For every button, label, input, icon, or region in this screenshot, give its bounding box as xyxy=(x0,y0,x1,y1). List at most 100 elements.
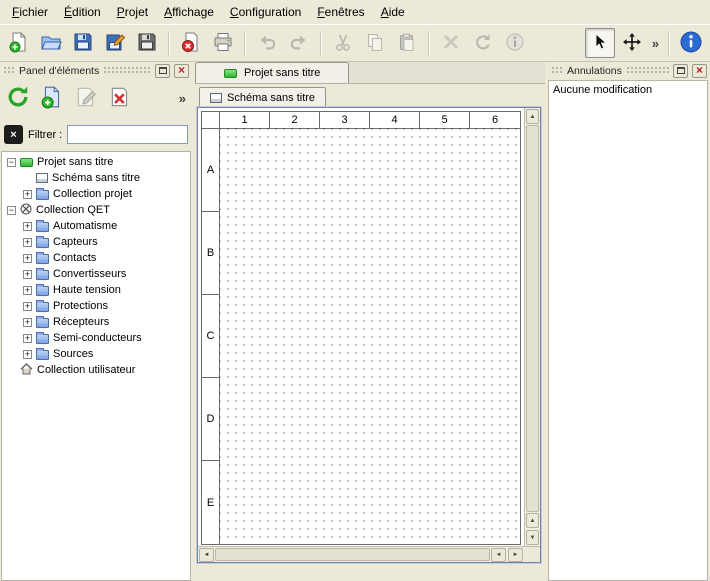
column-ruler-cell: 6 xyxy=(470,112,520,128)
menu-edition[interactable]: Édition xyxy=(56,1,109,23)
dock-grip[interactable] xyxy=(103,66,151,75)
menu-configuration[interactable]: Configuration xyxy=(222,1,309,23)
horizontal-scrollbar-thumb[interactable] xyxy=(215,548,490,561)
dock-grip[interactable] xyxy=(626,66,669,75)
dock-close-button[interactable]: × xyxy=(174,64,189,78)
scissors-icon xyxy=(333,32,353,55)
tree-item-capteurs[interactable]: + Capteurs xyxy=(2,234,190,250)
expand-expander-icon[interactable]: + xyxy=(23,302,32,311)
tab-projet-sans-titre[interactable]: Projet sans titre xyxy=(195,62,349,83)
tree-item-semi-conducteurs[interactable]: + Semi-conducteurs xyxy=(2,330,190,346)
schema-canvas[interactable] xyxy=(220,129,520,544)
menu-aide[interactable]: Aide xyxy=(373,1,413,23)
undo-dock-titlebar[interactable]: Annulations × xyxy=(548,62,710,79)
tree-item-label: Projet sans titre xyxy=(37,156,113,168)
copy-button[interactable] xyxy=(360,28,390,58)
undo-history-list[interactable]: Aucune modification xyxy=(548,80,708,581)
tree-item-convertisseurs[interactable]: + Convertisseurs xyxy=(2,266,190,282)
menu-fichier[interactable]: Fichier xyxy=(4,1,56,23)
expand-expander-icon[interactable]: + xyxy=(23,318,32,327)
redo-button[interactable] xyxy=(284,28,314,58)
dock-grip[interactable] xyxy=(551,66,563,75)
tree-item-collection-qet[interactable]: − Collection QET xyxy=(2,202,190,218)
pan-mode-button[interactable] xyxy=(617,28,647,58)
new-file-icon xyxy=(8,31,30,56)
scroll-left-button[interactable]: ◄ xyxy=(199,548,214,562)
expand-expander-icon[interactable]: + xyxy=(23,286,32,295)
expand-expander-icon[interactable]: + xyxy=(23,222,32,231)
element-info-button[interactable] xyxy=(500,28,530,58)
tree-item-automatisme[interactable]: + Automatisme xyxy=(2,218,190,234)
reload-collections-button[interactable] xyxy=(3,83,33,113)
new-project-button[interactable] xyxy=(4,28,34,58)
delete-element-icon xyxy=(108,85,132,112)
collapse-expander-icon[interactable]: − xyxy=(7,158,16,167)
expand-expander-icon[interactable]: + xyxy=(23,270,32,279)
vertical-scrollbar-thumb[interactable] xyxy=(526,125,539,512)
collapse-expander-icon[interactable]: − xyxy=(7,206,16,215)
expand-expander-icon[interactable]: + xyxy=(23,238,32,247)
tree-item-label: Récepteurs xyxy=(53,316,109,328)
tree-item-label: Collection QET xyxy=(36,204,110,216)
menu-projet[interactable]: Projet xyxy=(109,1,156,23)
move-cross-icon xyxy=(622,32,642,55)
about-button[interactable] xyxy=(676,28,706,58)
clear-filter-icon[interactable]: × xyxy=(4,125,23,144)
scroll-up-button[interactable]: ▲ xyxy=(526,109,539,124)
horizontal-scrollbar[interactable]: ◄ ◄ ► xyxy=(198,546,524,562)
close-file-button[interactable] xyxy=(176,28,206,58)
menu-affichage[interactable]: Affichage xyxy=(156,1,222,23)
close-icon: × xyxy=(178,64,185,76)
scroll-up-button[interactable]: ▲ xyxy=(526,513,539,528)
menu-fenetres[interactable]: Fenêtres xyxy=(309,1,372,23)
rotate-button[interactable] xyxy=(468,28,498,58)
undo-button[interactable] xyxy=(252,28,282,58)
save-as-button[interactable] xyxy=(100,28,130,58)
expand-expander-icon[interactable]: + xyxy=(23,334,32,343)
cut-button[interactable] xyxy=(328,28,358,58)
tree-item-recepteurs[interactable]: + Récepteurs xyxy=(2,314,190,330)
scroll-left-button[interactable]: ◄ xyxy=(491,548,506,562)
selection-mode-button[interactable] xyxy=(585,28,615,58)
tree-item-label: Schéma sans titre xyxy=(52,172,140,184)
tree-item-protections[interactable]: + Protections xyxy=(2,298,190,314)
tab-schema-sans-titre[interactable]: Schéma sans titre xyxy=(199,87,326,107)
dock-float-button[interactable] xyxy=(155,64,170,78)
expand-expander-icon[interactable]: + xyxy=(23,350,32,359)
save-all-icon xyxy=(136,31,158,56)
print-button[interactable] xyxy=(208,28,238,58)
tree-item-contacts[interactable]: + Contacts xyxy=(2,250,190,266)
open-project-button[interactable] xyxy=(36,28,66,58)
filter-input[interactable] xyxy=(67,125,188,144)
scroll-right-button[interactable]: ► xyxy=(508,548,523,562)
new-element-button[interactable] xyxy=(37,83,67,113)
vertical-scrollbar[interactable]: ▲ ▲ ▼ xyxy=(524,108,540,546)
tree-item-haute-tension[interactable]: + Haute tension xyxy=(2,282,190,298)
expand-expander-icon[interactable]: + xyxy=(23,254,32,263)
dock-grip[interactable] xyxy=(3,66,15,75)
folder-icon xyxy=(36,286,49,296)
panel-overflow-chevron[interactable]: » xyxy=(176,91,189,106)
elements-panel-titlebar[interactable]: Panel d'éléments × xyxy=(0,62,192,79)
save-button[interactable] xyxy=(68,28,98,58)
tree-item-schema[interactable]: Schéma sans titre xyxy=(2,170,190,186)
paste-button[interactable] xyxy=(392,28,422,58)
dock-close-button[interactable]: × xyxy=(692,64,707,78)
expand-expander-icon[interactable]: + xyxy=(23,190,32,199)
toolbar-overflow-chevron[interactable]: » xyxy=(649,36,662,51)
tree-item-project[interactable]: − Projet sans titre xyxy=(2,154,190,170)
dock-float-button[interactable] xyxy=(673,64,688,78)
tree-item-sources[interactable]: + Sources xyxy=(2,346,190,362)
delete-element-button[interactable] xyxy=(105,83,135,113)
save-all-button[interactable] xyxy=(132,28,162,58)
schema-viewport: 1 2 3 4 5 6 A B xyxy=(198,108,524,546)
info-gray-icon xyxy=(505,32,525,55)
tree-item-collection-projet[interactable]: + Collection projet xyxy=(2,186,190,202)
tree-item-collection-utilisateur[interactable]: Collection utilisateur xyxy=(2,362,190,378)
schema-sheet: 1 2 3 4 5 6 A B xyxy=(201,111,521,545)
pointer-icon xyxy=(591,33,609,54)
edit-element-button[interactable] xyxy=(71,83,101,113)
scroll-down-button[interactable]: ▼ xyxy=(526,530,539,545)
elements-panel-dock: Panel d'éléments × xyxy=(0,62,192,581)
delete-button[interactable] xyxy=(436,28,466,58)
